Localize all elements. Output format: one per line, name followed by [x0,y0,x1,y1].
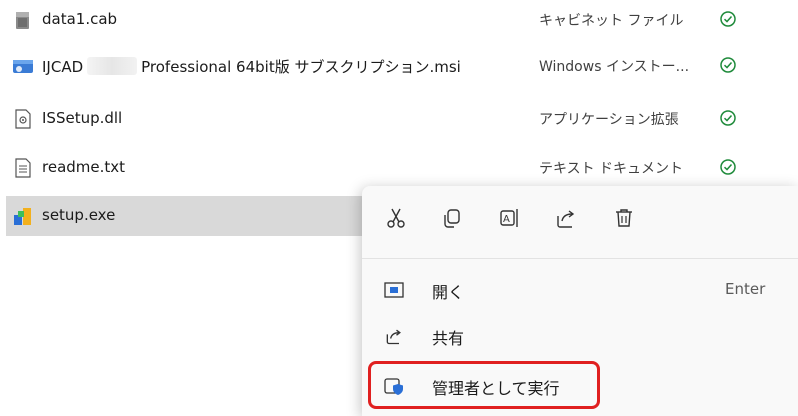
menu-item-label: 開く [432,283,465,302]
file-name: readme.txt [42,158,126,176]
menu-divider [362,258,798,259]
file-row-issetup-dll[interactable]: ISSetup.dll アプリケーション拡張 [0,99,798,139]
file-type: キャビネット ファイル [539,13,684,29]
context-menu-toolbar: A [362,186,798,258]
cut-icon[interactable] [384,206,408,230]
msi-installer-icon [13,60,33,73]
menu-item-shortcut: Enter [725,280,766,298]
dll-file-icon [15,109,31,129]
synced-check-icon [720,57,736,73]
file-name: IJCAD Professional 64bit版 サブスクリプション.msi [42,56,461,77]
open-icon [384,282,404,298]
file-row-ijcad-msi[interactable]: IJCAD Professional 64bit版 サブスクリプション.msi W… [0,46,798,86]
svg-text:A: A [503,214,510,225]
file-row-setup-exe-selected[interactable]: setup.exe [6,196,366,236]
file-name: ISSetup.dll [42,109,123,127]
menu-item-open[interactable]: 開く Enter [368,270,798,310]
cabinet-file-icon [16,12,29,29]
file-type: Windows インストー... [539,59,690,75]
share-icon[interactable] [554,206,578,230]
menu-item-share[interactable]: 共有 [368,316,798,356]
file-name: setup.exe [42,206,116,224]
synced-check-icon [720,159,736,175]
blurred-redaction [87,57,138,75]
share-icon [386,329,401,345]
synced-check-icon [720,110,736,126]
file-name-prefix: IJCAD [42,58,84,76]
menu-item-label: 共有 [432,329,465,348]
file-name: data1.cab [42,10,118,28]
file-name-suffix: Professional 64bit版 サブスクリプション.msi [141,58,461,76]
file-type: テキスト ドキュメント [539,161,684,177]
file-type: アプリケーション拡張 [539,112,679,128]
setup-exe-icon [14,208,31,225]
text-file-icon [15,158,31,178]
rename-icon[interactable]: A [498,206,522,230]
copy-icon[interactable] [440,206,464,230]
annotation-highlight-box [368,361,600,409]
file-row-readme[interactable]: readme.txt テキスト ドキュメント [0,148,798,188]
file-row-data1[interactable]: data1.cab キャビネット ファイル [0,0,798,40]
delete-icon[interactable] [612,206,636,230]
synced-check-icon [720,11,736,27]
